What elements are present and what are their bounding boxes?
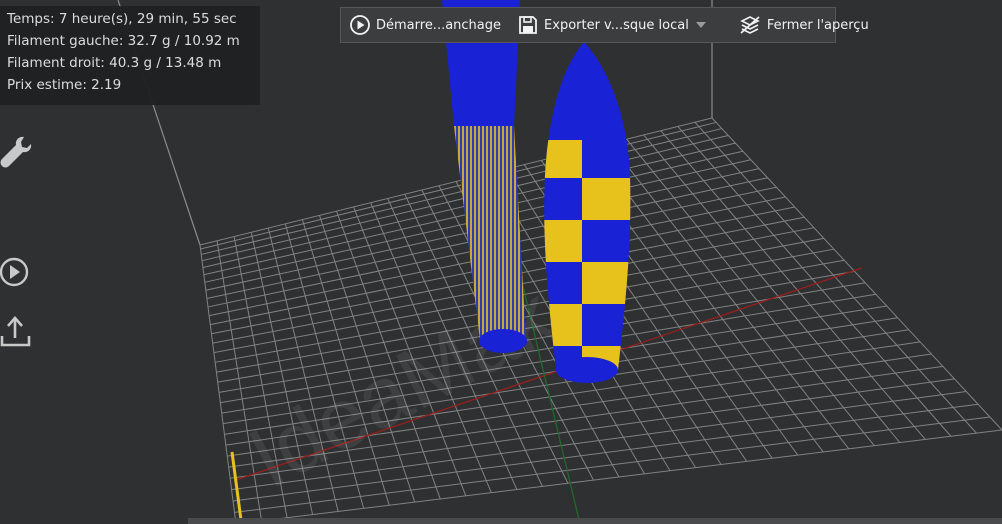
start-print-button[interactable]: Démarre...anchage	[345, 10, 505, 40]
start-print-label: Démarre...anchage	[376, 17, 502, 33]
close-preview-label: Fermer l'aperçu	[766, 17, 869, 33]
estimated-price: Prix estime: 2.19	[7, 77, 122, 93]
print-stats-panel: Temps: 7 heure(s), 29 min, 55 sec Filame…	[0, 6, 260, 105]
export-label: Exporter v...sque local	[544, 17, 689, 33]
checker-tile	[582, 178, 631, 220]
chevron-down-icon[interactable]	[695, 21, 707, 29]
upload-icon[interactable]	[0, 314, 34, 350]
bottom-scroll-strip	[188, 518, 1002, 524]
print-time: Temps: 7 heure(s), 29 min, 55 sec	[7, 11, 237, 27]
play-icon[interactable]	[0, 256, 34, 290]
grid-line	[711, 117, 1002, 431]
play-circle-icon	[350, 15, 370, 35]
filament-right: Filament droit: 40.3 g / 13.48 m	[7, 55, 222, 71]
z-axis-line	[230, 451, 243, 521]
grid-line	[677, 126, 952, 437]
save-disk-icon	[519, 16, 537, 34]
3d-viewport[interactable]: IdeaMaker Temps: 7 heure(s), 29 min, 55 …	[0, 0, 1002, 524]
grid-line	[199, 244, 237, 524]
wrench-icon[interactable]	[0, 133, 34, 169]
right-rocket-model[interactable]	[540, 42, 634, 383]
close-preview-button[interactable]: Fermer l'aperçu	[734, 10, 873, 40]
checker-tile	[544, 140, 582, 178]
layers-close-icon	[740, 16, 760, 34]
preview-toolbar: Démarre...anchage Exporter v...sque loca…	[340, 7, 869, 43]
checker-tile	[544, 220, 582, 262]
export-button[interactable]: Exporter v...sque local	[513, 10, 716, 40]
grid-line	[694, 121, 977, 434]
filament-left: Filament gauche: 32.7 g / 10.92 m	[7, 33, 240, 49]
